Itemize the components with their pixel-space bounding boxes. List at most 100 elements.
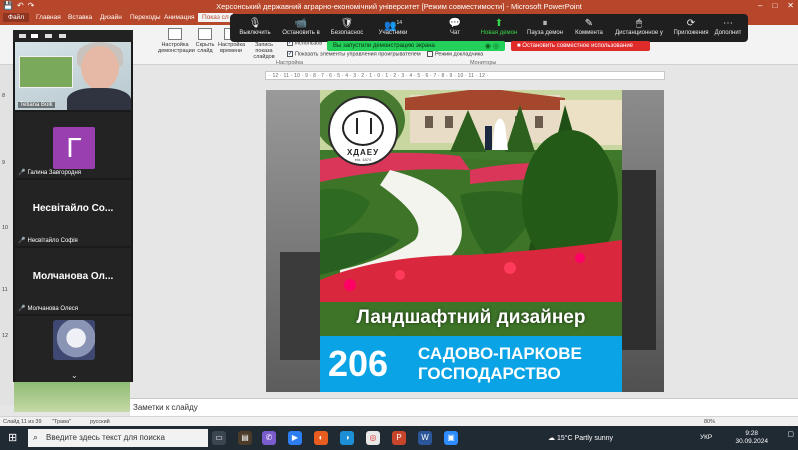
participant-body [67,88,131,110]
show-media-controls-checkbox[interactable]: ✓ Показать элементы управления проигрыват… [287,51,421,57]
word-icon[interactable]: W [418,431,432,445]
task-view-icon[interactable]: ▭ [212,431,226,445]
logo-column [356,118,372,134]
powerpoint-icon[interactable]: P [392,431,406,445]
speaker-view-icon[interactable] [31,34,38,38]
windows-start-icon[interactable]: ⊞ [8,431,17,444]
share-screen-icon: ⬆ [494,18,504,29]
panel-header [13,30,133,42]
maximize-button[interactable]: □ [772,1,777,10]
explorer-icon[interactable]: ▤ [238,431,252,445]
tab-slide-show[interactable]: Показ сл [198,13,233,22]
gallery-view-icon[interactable] [45,34,52,38]
slide-poster: ХДАЕУ est. 1874 Ландшафтний дизайнер 206… [320,90,622,392]
zoom-level[interactable]: 80% [704,419,715,425]
program-name-line2: ГОСПОДАРСТВО [418,364,561,383]
grid-icon[interactable] [59,34,66,38]
tab-insert[interactable]: Вставка [68,14,92,21]
zoom-meeting-icon[interactable]: ▣ [444,431,458,445]
edge-icon[interactable]: ◑ [340,431,354,445]
hide-slide-button[interactable]: Скрыть слайд [194,28,216,54]
clock-date: 30.09.2024 [735,438,768,445]
shield-icon: 🛡 [340,18,354,29]
logo-sub: est. 1874 [354,157,372,162]
participant-face [81,46,119,90]
windows-taskbar: ⊞ ⌕ Введите здесь текст для поиска ▭ ▤ ✆… [0,426,798,450]
setup-slideshow-button[interactable]: Настройка демонстрации [158,28,195,54]
participant-display-name: Несвітайло Со... [32,203,114,214]
horizontal-ruler: · 12 · 11 · 10 · 9 · 8 · 7 · 6 · 5 · 4 ·… [265,71,665,80]
tab-transitions[interactable]: Переходы [130,14,161,21]
logo-text: ХДАЕУ [346,148,380,157]
chat-button[interactable]: 💬 Чат [430,17,480,36]
share-notice-controls[interactable]: ◉ ◎ [485,42,499,50]
chrome-icon[interactable]: ◎ [366,431,380,445]
taskbar-search[interactable]: ⌕ Введите здесь текст для поиска [28,429,208,447]
participant-name: 🎤 Молчанова Олеся [18,306,79,312]
pause-share-button[interactable]: ⏸ Пауза демон [520,17,570,36]
mute-button[interactable]: 🎙 Выключить [230,17,280,36]
notes-pane[interactable]: Заметки к слайду [130,398,798,416]
stop-share-button[interactable]: ■ Остановить совместное использование [511,41,650,51]
window-controls: – □ ✕ [758,1,794,10]
participant-tile-halyna[interactable]: Г 🎤 Галина Завгородня [15,112,131,178]
remote-control-button[interactable]: 🖱 Дистанционное у [608,17,670,36]
program-banner: 206 САДОВО-ПАРКОВЕ ГОСПОДАРСТВО [320,336,622,392]
annotate-button[interactable]: ✎ Коммента [564,17,614,36]
pencil-icon: ✎ [584,18,594,29]
slide-thumbnail[interactable] [14,382,130,412]
participants-icon: 👥14 [383,20,402,32]
university-logo: ХДАЕУ est. 1874 [328,96,398,166]
group-label-monitors: Мониторы [470,60,497,66]
notifications-icon[interactable]: ▢ [787,430,794,438]
chevron-down-icon[interactable]: ⌄ [71,371,78,380]
tab-design[interactable]: Дизайн [100,14,122,21]
tab-file[interactable]: Файл [3,13,29,22]
new-share-button[interactable]: ⬆ Новая демон [474,17,524,36]
thumb-number: 8 [2,93,6,99]
hide-slide-icon [198,28,212,40]
setup-icon [168,28,182,40]
clock-time: 9:28 [745,430,759,437]
status-bar: Слайд 11 из 39 "Трава" русский 80% [0,416,798,426]
program-code: 206 [328,343,389,384]
pause-icon: ⏸ [542,18,548,29]
viber-icon[interactable]: ✆ [262,431,276,445]
slide-thumbnail-strip[interactable]: 8 9 10 11 12 [0,65,14,405]
zoom-app-icon[interactable]: ▶ [288,431,302,445]
language-indicator: русский [90,419,110,425]
participant-tile-avatar[interactable]: ⌄ [15,316,131,382]
search-icon: ⌕ [33,432,39,442]
close-button[interactable]: ✕ [787,1,794,10]
avatar: Г [53,127,95,169]
participant-tile-molchanova[interactable]: Молчанова Ол... 🎤 Молчанова Олеся [15,248,131,314]
thumb-number: 9 [2,160,6,166]
slide-title: Ландшафтний дизайнер [356,307,586,328]
more-button[interactable]: ⋯ Дополнит [708,17,748,36]
tab-animation[interactable]: Анимация [164,14,195,21]
participant-name: 🎤 Галина Завгородня [18,170,82,176]
weather-widget[interactable]: ☁ 15°C Partly sunny [548,434,613,442]
taskbar-clock[interactable]: 9:28 30.09.2024 [735,430,768,446]
stop-video-button[interactable]: 📹 Остановить в [276,17,326,36]
keyboard-language[interactable]: УКР [700,434,712,441]
presenter-view-checkbox[interactable]: Режим докладчика [427,51,483,57]
minimize-panel-icon[interactable] [19,34,26,38]
muted-mic-icon: 🎤 [18,238,26,244]
muted-mic-icon: 🎤 [18,306,26,312]
window-title: Херсонський державний аграрно-економічни… [216,2,582,11]
tab-home[interactable]: Главная [36,14,61,21]
minimize-button[interactable]: – [758,1,762,10]
security-button[interactable]: 🛡 Безопаснос [322,17,372,36]
participant-tile-nesvitailo[interactable]: Несвітайло Со... 🎤 Несвітайло Софія [15,180,131,246]
firefox-icon[interactable]: ◐ [314,431,328,445]
slide-canvas[interactable]: ХДАЕУ est. 1874 Ландшафтний дизайнер 206… [266,90,664,392]
participants-button[interactable]: 👥14 Участники [368,17,418,36]
slide-right-block [622,170,656,350]
group-label-setup: Настройка [276,60,304,66]
share-notice: Вы запустили демонстрацию экрана ◉ ◎ [327,41,505,51]
participant-display-name: Молчанова Ол... [32,271,114,282]
participant-video-tetiana[interactable]: Tetiana Bolk [15,42,131,110]
microphone-icon: 🎙 [248,18,262,29]
share-status-bar: Вы запустили демонстрацию экрана ◉ ◎ ■ О… [327,41,650,51]
